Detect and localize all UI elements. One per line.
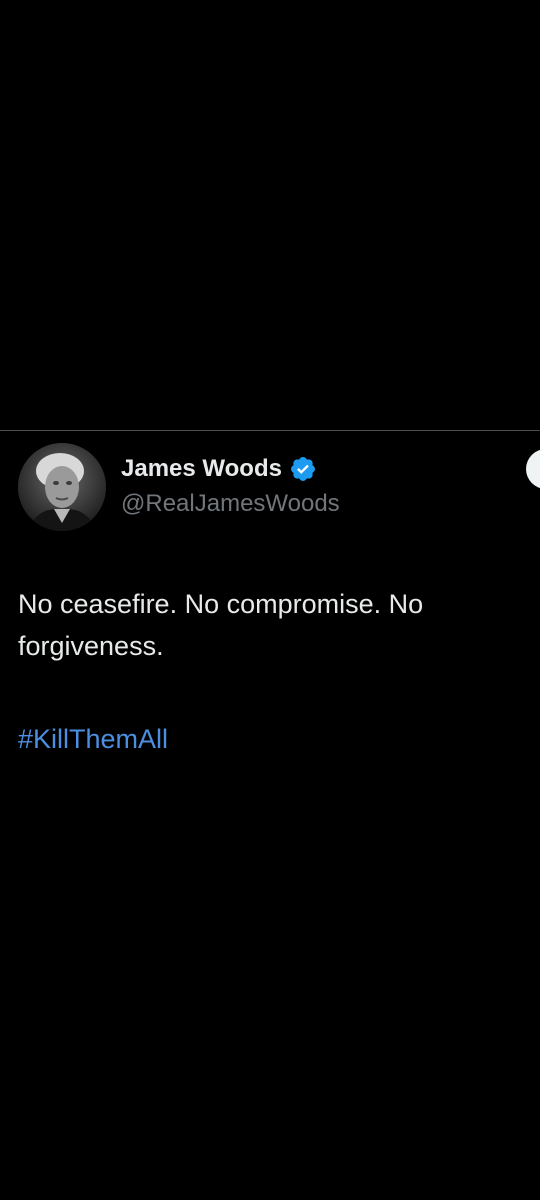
avatar[interactable] <box>18 443 106 531</box>
author-block: James Woods @RealJamesWoods <box>121 453 340 518</box>
tweet-card: James Woods @RealJamesWoods No ceasefire… <box>0 431 540 1200</box>
author-handle[interactable]: @RealJamesWoods <box>121 490 340 518</box>
follow-button[interactable] <box>526 449 540 489</box>
hashtag-link[interactable]: #KillThemAll <box>18 718 168 760</box>
avatar-photo <box>18 443 106 531</box>
author-display-name[interactable]: James Woods <box>121 455 282 483</box>
verified-badge-icon <box>289 455 317 483</box>
tweet-text: No ceasefire. No compromise. No forgiven… <box>18 589 424 661</box>
name-row: James Woods <box>121 453 340 485</box>
